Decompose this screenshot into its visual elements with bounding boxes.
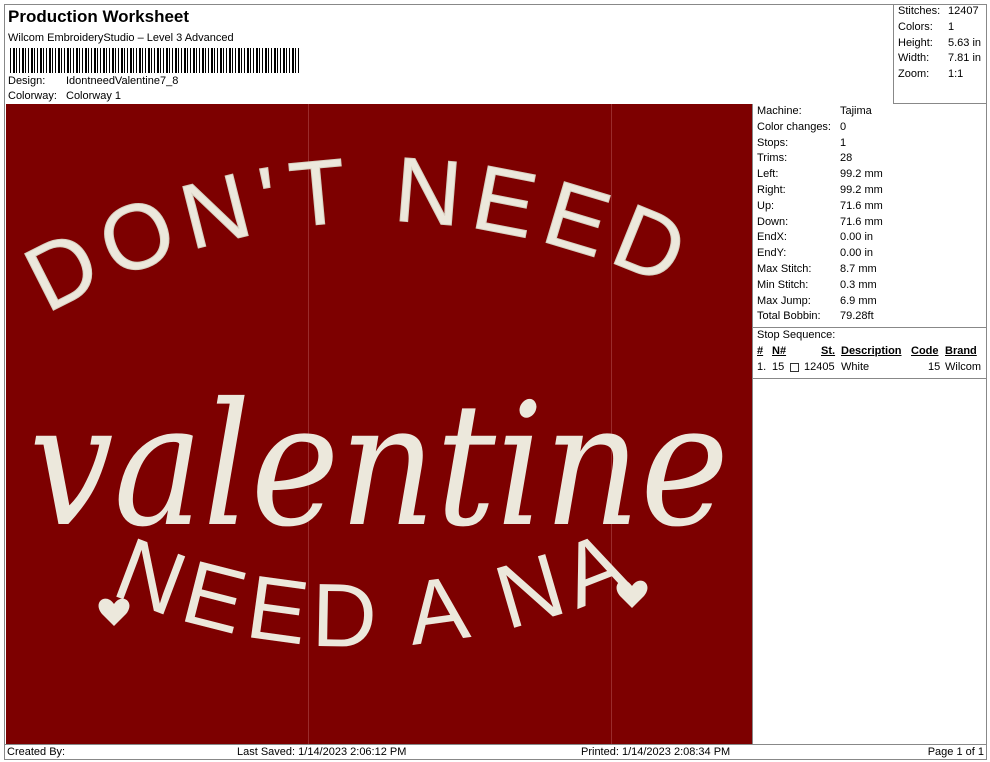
info-label: Right: — [757, 183, 786, 196]
info-row: Color changes: 0 — [753, 120, 987, 136]
design-name-row: Design: IdontneedValentine7_8 — [8, 75, 178, 87]
info-label: EndY: — [757, 247, 787, 260]
info-row: Up: 71.6 mm — [753, 199, 987, 215]
stop-sequence-row: 1. 15 12405 White 15 Wilcom — [753, 360, 987, 376]
stop-sequence-title: Stop Sequence: — [757, 329, 836, 342]
created-by: Created By: — [7, 746, 66, 758]
info-value: 71.6 mm — [840, 215, 883, 228]
info-label: Up: — [757, 199, 775, 212]
design-text-top: I DON'T NEED A — [6, 104, 709, 331]
info-row: Trims: 28 — [753, 151, 987, 167]
stat-value: 5.63 in — [948, 36, 982, 49]
info-value: 0 — [840, 120, 847, 133]
color-swatch — [790, 362, 799, 372]
stitch-stats: Stitches: 12407 Colors: 1 Height: 5.63 in W… — [893, 4, 987, 104]
info-value: 71.6 mm — [840, 199, 883, 212]
info-label: Max Jump: — [757, 294, 811, 307]
info-label: EndX: — [757, 231, 787, 244]
row-stitches: 12405 — [804, 360, 835, 373]
page-number: Page 1 of 1 — [927, 746, 984, 758]
info-value: 0.3 mm — [840, 278, 877, 291]
stat-label: Width: — [898, 52, 930, 65]
info-label: Color changes: — [757, 120, 831, 133]
info-value: 8.7 mm — [840, 262, 877, 275]
stat-label: Stitches: — [898, 5, 941, 17]
info-value: Tajima — [840, 105, 872, 117]
col-num: # — [757, 344, 764, 357]
stat-label: Colors: — [898, 20, 933, 33]
stat-row: Height: 5.63 in — [894, 36, 987, 52]
stat-value: 12407 — [948, 5, 979, 17]
col-code: Code — [911, 344, 939, 357]
col-description: Description — [841, 344, 902, 357]
info-row: EndY: 0.00 in — [753, 246, 987, 262]
info-value: 1 — [840, 136, 847, 149]
stat-value: 1 — [948, 20, 955, 33]
col-stitches: St. — [821, 344, 836, 357]
embroidery-artwork: I DON'T NEED A valentine I NEED A NAP — [6, 104, 729, 667]
last-saved: Last Saved: 1/14/2023 2:06:12 PM — [237, 746, 407, 758]
colorway-row: Colorway: Colorway 1 — [8, 90, 121, 102]
info-value: 28 — [840, 152, 853, 165]
info-label: Down: — [757, 215, 789, 228]
info-label: Left: — [757, 168, 779, 181]
info-value: 79.28ft — [840, 310, 874, 323]
colorway-value: Colorway 1 — [66, 90, 122, 102]
stat-row: Width: 7.81 in — [894, 51, 987, 67]
info-row: Max Jump: 6.9 mm — [753, 294, 987, 310]
info-value: 0.00 in — [840, 231, 874, 244]
design-preview: I DON'T NEED A valentine I NEED A NAP — [6, 104, 752, 744]
stat-row: Zoom: 1:1 — [894, 67, 987, 83]
info-label: Machine: — [757, 105, 802, 117]
info-row: Machine: Tajima — [753, 104, 987, 120]
info-label: Trims: — [757, 152, 788, 165]
info-row: EndX: 0.00 in — [753, 230, 987, 246]
design-value: IdontneedValentine7_8 — [66, 75, 179, 87]
design-label: Design: — [8, 75, 46, 87]
info-value: 6.9 mm — [840, 294, 877, 307]
info-label: Total Bobbin: — [757, 310, 821, 323]
row-brand: Wilcom — [945, 360, 982, 373]
info-value: 99.2 mm — [840, 168, 883, 181]
colorway-label: Colorway: — [8, 90, 57, 102]
col-brand: Brand — [945, 344, 977, 357]
footer: Created By: Last Saved: 1/14/2023 2:06:1… — [5, 744, 987, 760]
info-row: Down: 71.6 mm — [753, 215, 987, 231]
info-row: Total Bobbin: 79.28ft — [753, 309, 987, 325]
info-row: Max Stitch: 8.7 mm — [753, 262, 987, 278]
info-row: Right: 99.2 mm — [753, 183, 987, 199]
info-label: Max Stitch: — [757, 262, 812, 275]
page-title: Production Worksheet — [8, 7, 190, 26]
info-value: 0.00 in — [840, 247, 874, 260]
row-num: 1. — [757, 360, 767, 373]
stat-label: Zoom: — [898, 68, 930, 81]
printed-date: Printed: 1/14/2023 2:08:34 PM — [581, 746, 731, 758]
stat-row: Stitches: 12407 — [894, 4, 987, 20]
info-label: Min Stitch: — [757, 278, 809, 291]
stat-value: 7.81 in — [948, 52, 982, 65]
stat-row: Colors: 1 — [894, 20, 987, 36]
row-code: 15 — [928, 360, 941, 373]
machine-info-panel: Machine: Tajima Color changes: 0 Stops: 1 Trim… — [752, 104, 987, 744]
software-name: Wilcom EmbroideryStudio – Level 3 Advanc… — [8, 32, 234, 44]
row-needle: 15 — [772, 360, 785, 373]
stop-sequence-header: # N# St. Description Code Brand — [753, 344, 987, 360]
stat-value: 1:1 — [948, 68, 964, 81]
barcode — [10, 48, 300, 73]
worksheet-header: Production Worksheet Wilcom EmbroiderySt… — [5, 5, 893, 104]
row-description: White — [841, 360, 870, 373]
info-value: 99.2 mm — [840, 183, 883, 196]
col-needle: N# — [772, 344, 787, 357]
info-row: Left: 99.2 mm — [753, 167, 987, 183]
info-row: Min Stitch: 0.3 mm — [753, 278, 987, 294]
stat-label: Height: — [898, 36, 933, 49]
info-label: Stops: — [757, 136, 789, 149]
info-row: Stops: 1 — [753, 136, 987, 152]
